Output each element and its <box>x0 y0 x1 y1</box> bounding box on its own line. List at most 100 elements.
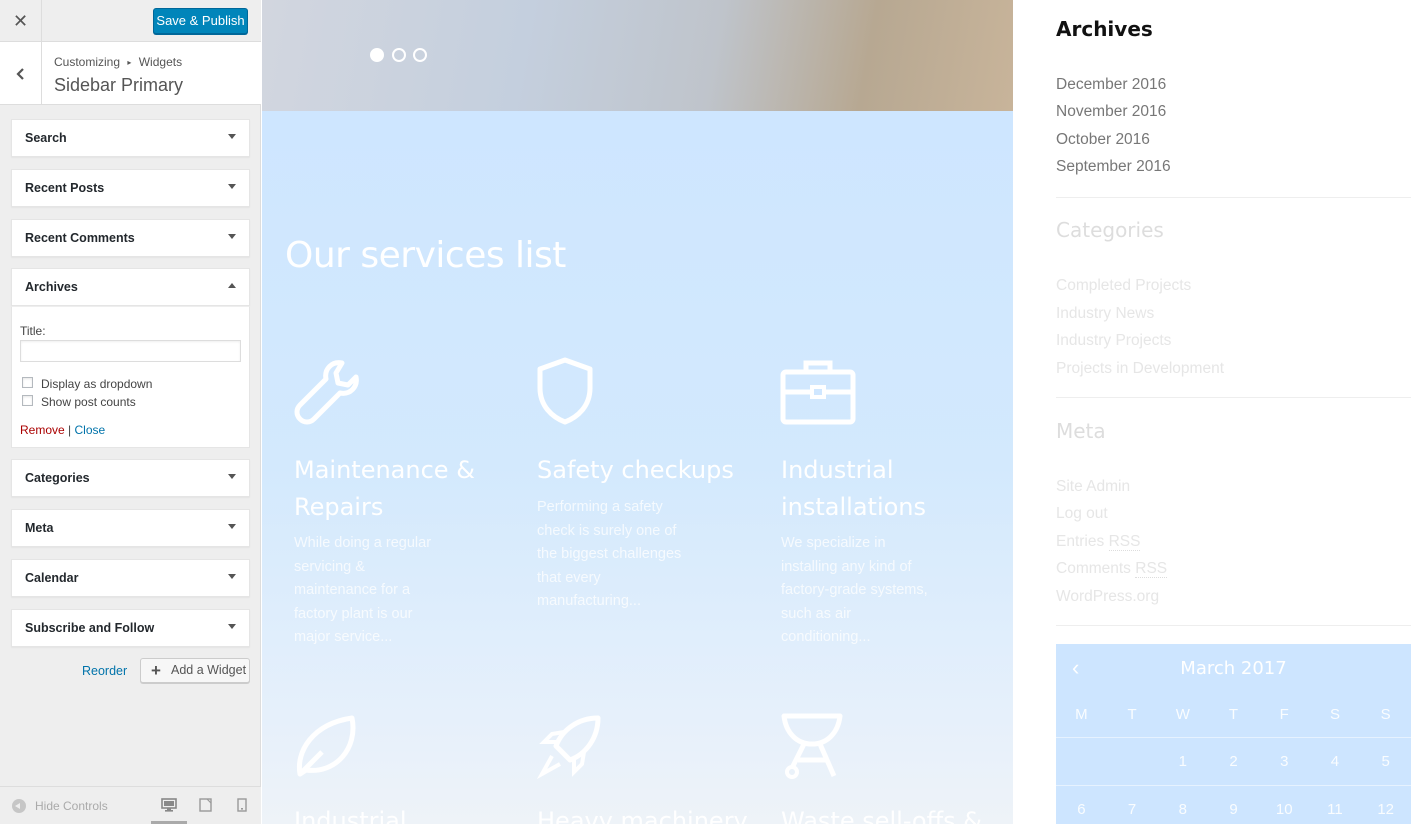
excerpt-line: factory-grade systems, <box>781 582 928 598</box>
collapse-arrow-icon[interactable] <box>228 283 236 288</box>
widget-title: Archives <box>25 280 78 294</box>
widget-calendar[interactable]: Calendar <box>11 559 250 597</box>
back-button[interactable] <box>0 42 42 105</box>
slider-dot-2[interactable] <box>392 48 406 62</box>
category-link[interactable]: Industry News <box>1056 305 1154 323</box>
widget-title: Search <box>25 131 67 145</box>
calendar-day: 11 <box>1327 801 1343 818</box>
add-widget-button[interactable]: + Add a Widget <box>140 658 250 683</box>
rocket-icon <box>536 715 601 780</box>
widget-subscribe-follow[interactable]: Subscribe and Follow <box>11 609 250 647</box>
hide-controls-button[interactable]: Hide Controls <box>12 799 108 813</box>
widget-meta[interactable]: Meta <box>11 509 250 547</box>
category-link[interactable]: Industry Projects <box>1056 332 1171 350</box>
leaf-icon <box>296 715 356 777</box>
category-link[interactable]: Completed Projects <box>1056 277 1191 295</box>
excerpt-line: Performing a safety <box>537 499 663 515</box>
category-link[interactable]: Projects in Development <box>1056 360 1224 378</box>
hero-slider <box>262 0 1013 111</box>
widget-title: Recent Posts <box>25 181 105 195</box>
service-title[interactable]: Heavy machinery <box>537 803 748 824</box>
save-publish-button[interactable]: Save & Publish <box>153 8 248 34</box>
display-dropdown-checkbox[interactable] <box>22 377 33 388</box>
archives-heading: Archives <box>1056 17 1153 41</box>
widget-recent-posts[interactable]: Recent Posts <box>11 169 250 207</box>
widget-archives[interactable]: Archives <box>11 268 250 306</box>
calendar-day: 5 <box>1381 753 1390 770</box>
reorder-link[interactable]: Reorder <box>82 664 127 678</box>
service-title-line: Repairs <box>294 493 384 521</box>
calendar-day: 10 <box>1275 801 1293 818</box>
widget-search[interactable]: Search <box>11 119 250 157</box>
mobile-icon[interactable] <box>237 798 247 812</box>
excerpt-line: While doing a regular <box>294 535 432 551</box>
title-input[interactable] <box>20 340 241 362</box>
widget-title: Recent Comments <box>25 231 135 245</box>
meta-link-wordpress-org[interactable]: WordPress.org <box>1056 588 1159 606</box>
archive-link[interactable]: November 2016 <box>1056 103 1166 121</box>
widget-categories[interactable]: Categories <box>11 459 250 497</box>
close-customizer-button[interactable]: ✕ <box>0 0 42 42</box>
excerpt-line: conditioning... <box>781 629 871 645</box>
expand-arrow-icon[interactable] <box>228 524 236 529</box>
tablet-icon[interactable] <box>199 798 213 812</box>
excerpt-line: manufacturing... <box>537 593 641 609</box>
slider-dot-1[interactable] <box>370 48 384 62</box>
weekday: T <box>1127 706 1137 723</box>
excerpt-line: that every <box>537 569 601 586</box>
shield-icon <box>537 357 593 425</box>
expand-arrow-icon[interactable] <box>228 574 236 579</box>
archive-link[interactable]: September 2016 <box>1056 158 1171 176</box>
archive-link[interactable]: December 2016 <box>1056 76 1166 94</box>
excerpt-line: maintenance for a <box>294 582 411 598</box>
calendar-day: 4 <box>1330 753 1340 770</box>
weekday: T <box>1228 706 1239 723</box>
meta-link-site-admin[interactable]: Site Admin <box>1056 478 1130 496</box>
add-widget-label: Add a Widget <box>171 663 247 677</box>
calendar-widget: ‹ March 2017 M T W T F S S 1 2 3 4 5 6 7… <box>1056 644 1411 824</box>
service-excerpt: We specialize in installing any kind of … <box>781 532 956 650</box>
customizer-footer: Hide Controls <box>0 786 261 824</box>
widget-title: Categories <box>25 471 90 485</box>
close-link[interactable]: Close <box>75 423 106 437</box>
service-excerpt: Performing a safety check is surely one … <box>537 496 712 614</box>
expand-arrow-icon[interactable] <box>228 184 236 189</box>
plus-icon: + <box>151 661 161 680</box>
wrench-icon <box>294 360 359 425</box>
calendar-day <box>1107 740 1158 784</box>
section-title: Sidebar Primary <box>54 75 184 95</box>
service-title[interactable]: Safety checkups <box>537 452 734 489</box>
service-title-line: installations <box>781 493 927 521</box>
expand-arrow-icon[interactable] <box>228 624 236 629</box>
expand-arrow-icon[interactable] <box>228 134 236 139</box>
meta-link-comments-rss[interactable]: Comments RSS <box>1056 560 1168 578</box>
customizer-panel: ✕ Save & Publish Customizing ▸ Widgets S… <box>0 0 261 824</box>
calendar-day: 3 <box>1280 753 1289 770</box>
calendar-day: 6 <box>1077 801 1086 818</box>
widget-title: Calendar <box>25 571 79 585</box>
close-icon: ✕ <box>12 10 29 31</box>
customizer-header: ✕ Save & Publish <box>0 0 261 42</box>
show-post-counts-checkbox[interactable] <box>22 395 33 406</box>
slider-dot-3[interactable] <box>413 48 427 62</box>
calendar-month: March 2017 <box>1180 658 1287 679</box>
archive-link[interactable]: October 2016 <box>1056 131 1150 149</box>
service-title[interactable]: Maintenance & Repairs <box>294 452 475 526</box>
expand-arrow-icon[interactable] <box>228 234 236 239</box>
service-title[interactable]: Industrial <box>294 803 407 824</box>
breadcrumb-parent: Customizing <box>54 55 121 69</box>
remove-link[interactable]: Remove <box>20 423 65 437</box>
actions-separator: | <box>68 423 72 437</box>
section-header: Customizing ▸ Widgets Sidebar Primary <box>0 42 261 105</box>
site-preview-main: Our services list Maintenance & Repairs … <box>262 0 1013 824</box>
widget-recent-comments[interactable]: Recent Comments <box>11 219 250 257</box>
service-title[interactable]: Industrial installations <box>781 452 926 526</box>
service-title[interactable]: Waste sell-offs & <box>781 803 982 824</box>
meta-link-log-out[interactable]: Log out <box>1056 505 1108 523</box>
desktop-icon[interactable] <box>161 798 177 812</box>
meta-link-entries-rss[interactable]: Entries RSS <box>1056 533 1141 551</box>
chevron-left-icon <box>15 67 24 80</box>
calendar-weekdays: M T W T F S S <box>1056 693 1411 737</box>
expand-arrow-icon[interactable] <box>228 474 236 479</box>
hide-controls-label: Hide Controls <box>35 799 108 813</box>
